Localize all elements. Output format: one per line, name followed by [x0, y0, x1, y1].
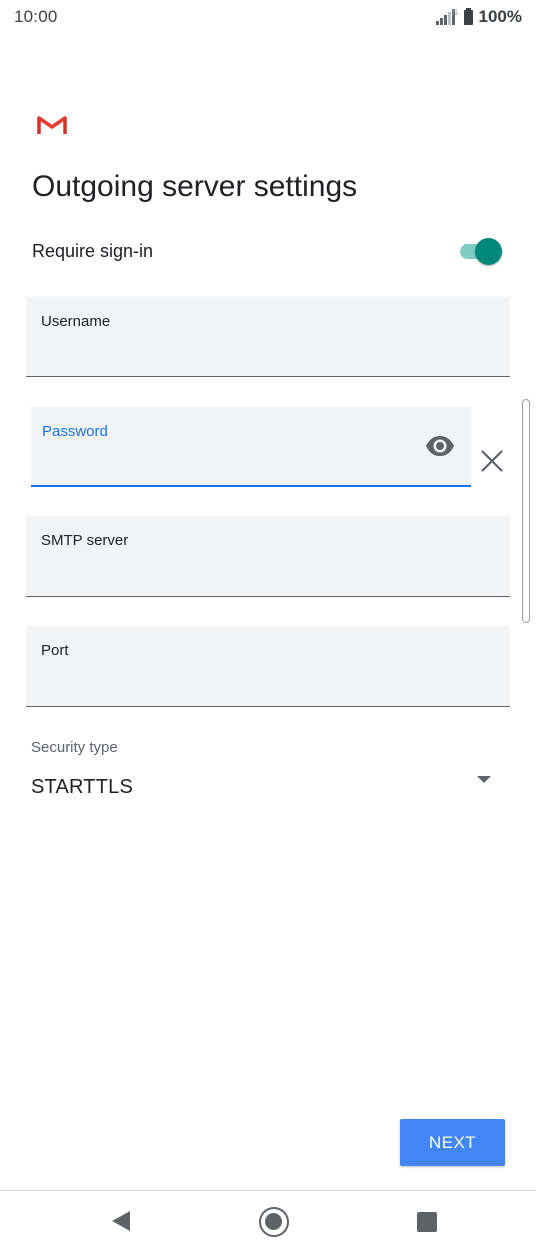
scrollbar[interactable]	[522, 399, 530, 623]
navigation-bar	[0, 1190, 536, 1252]
password-field[interactable]: Password	[31, 407, 471, 487]
require-signin-label: Require sign-in	[32, 241, 154, 261]
username-label: Username	[41, 313, 111, 330]
toggle-thumb	[475, 238, 502, 265]
password-label: Password	[42, 423, 108, 440]
eye-icon[interactable]	[425, 435, 455, 457]
signal-icon: ⇅	[435, 9, 458, 25]
status-bar: 10:00 ⇅ 100%	[0, 0, 536, 36]
require-signin-row: Require sign-in	[32, 236, 502, 266]
require-signin-toggle[interactable]	[458, 238, 502, 265]
next-button[interactable]: NEXT	[400, 1119, 505, 1166]
chevron-down-icon[interactable]	[477, 776, 491, 783]
gmail-logo-icon	[37, 116, 67, 134]
security-type-label: Security type	[31, 739, 118, 756]
smtp-server-label: SMTP server	[41, 532, 129, 549]
battery-icon	[463, 7, 473, 25]
home-icon[interactable]	[259, 1207, 289, 1237]
status-time: 10:00	[14, 7, 58, 26]
battery-percentage: 100%	[478, 7, 522, 26]
page-title: Outgoing server settings	[32, 170, 358, 203]
recents-icon[interactable]	[417, 1212, 437, 1232]
port-label: Port	[41, 642, 69, 659]
back-icon[interactable]	[112, 1211, 130, 1231]
security-type-select[interactable]: STARTTLS	[31, 776, 133, 799]
close-icon[interactable]	[479, 448, 505, 474]
status-icons: ⇅ 100%	[435, 7, 522, 27]
port-field[interactable]: Port	[26, 626, 510, 707]
username-field[interactable]: Username	[26, 297, 510, 377]
smtp-server-field[interactable]: SMTP server	[26, 516, 510, 597]
